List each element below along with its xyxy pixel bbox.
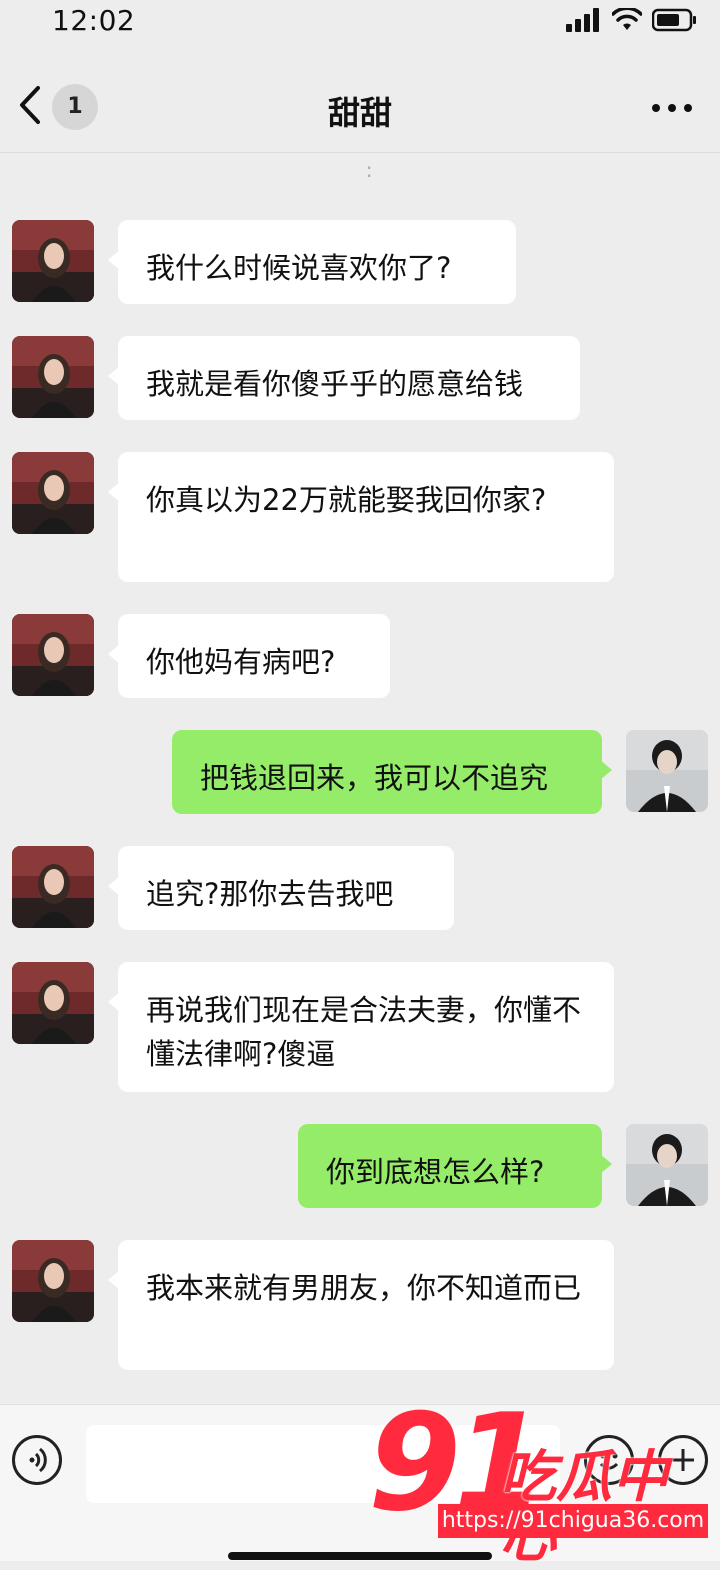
- incoming-message[interactable]: 你真以为22万就能娶我回你家?: [108, 452, 614, 582]
- incoming-message[interactable]: 再说我们现在是合法夫妻，你懂不懂法律啊?傻逼: [108, 962, 614, 1092]
- contact-avatar[interactable]: [12, 614, 94, 696]
- more-icon: [652, 104, 692, 112]
- incoming-message[interactable]: 你他妈有病吧?: [108, 614, 390, 698]
- more-button[interactable]: [650, 88, 694, 128]
- self-avatar[interactable]: [626, 1124, 708, 1206]
- chat-header: 1 甜甜: [0, 60, 720, 153]
- incoming-message[interactable]: 我什么时候说喜欢你了?: [108, 220, 516, 304]
- chat-title: 甜甜: [327, 94, 392, 132]
- watermark-url: https://91chigua36.com: [438, 1504, 708, 1538]
- contact-avatar[interactable]: [12, 962, 94, 1044]
- status-time: 12:02: [52, 4, 136, 37]
- self-avatar[interactable]: [626, 730, 708, 812]
- voice-icon: [29, 1447, 47, 1473]
- incoming-message[interactable]: 我就是看你傻乎乎的愿意给钱: [108, 336, 580, 420]
- incoming-message[interactable]: 我本来就有男朋友，你不知道而已: [108, 1240, 614, 1370]
- contact-avatar[interactable]: [12, 1240, 94, 1322]
- voice-button[interactable]: [12, 1435, 62, 1485]
- outgoing-message[interactable]: 把钱退回来，我可以不追究: [172, 730, 612, 814]
- wifi-icon: [612, 8, 642, 30]
- status-bar: 12:02: [0, 0, 720, 44]
- contact-avatar[interactable]: [12, 846, 94, 928]
- home-indicator[interactable]: [228, 1552, 492, 1560]
- incoming-message[interactable]: 追究?那你去告我吧: [108, 846, 454, 930]
- contact-avatar[interactable]: [12, 220, 94, 302]
- contact-avatar[interactable]: [12, 452, 94, 534]
- load-more-indicator: · ·: [366, 156, 373, 188]
- contact-avatar[interactable]: [12, 336, 94, 418]
- status-icons: [566, 8, 698, 32]
- signal-icon: [566, 8, 599, 32]
- battery-icon: [652, 8, 696, 32]
- outgoing-message[interactable]: 你到底想怎么样?: [298, 1124, 612, 1208]
